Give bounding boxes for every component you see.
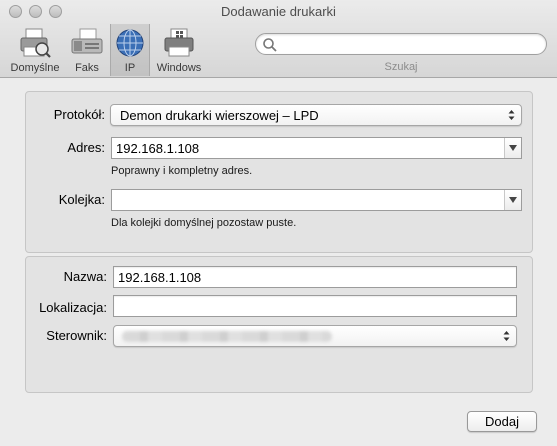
location-label: Lokalizacja:: [39, 300, 107, 315]
toolbar-item-fax[interactable]: Faks: [66, 24, 108, 76]
default-printer-icon: [20, 28, 51, 58]
name-field[interactable]: 192.168.1.108: [113, 266, 517, 288]
protocol-label: Protokół:: [53, 107, 105, 122]
name-label: Nazwa:: [63, 269, 107, 284]
search-icon: [263, 38, 277, 52]
search-label: Szukaj: [384, 61, 418, 73]
protocol-popup[interactable]: Demon drukarki wierszowej – LPD: [110, 104, 522, 126]
add-button[interactable]: Dodaj: [467, 411, 537, 432]
driver-label: Sterownik:: [46, 328, 107, 343]
toolbar-item-default[interactable]: Domyślne: [6, 24, 64, 76]
redacted-driver-value: [122, 331, 332, 342]
address-dropdown-button[interactable]: [504, 138, 521, 158]
protocol-value: Demon drukarki wierszowej – LPD: [120, 108, 319, 123]
address-value: 192.168.1.108: [116, 141, 200, 156]
toolbar-item-label: IP: [124, 62, 136, 74]
fax-icon: [71, 28, 103, 54]
driver-popup[interactable]: [113, 325, 517, 347]
chevron-down-icon: [509, 145, 517, 151]
chevron-down-icon: [509, 197, 517, 203]
windows-printer-icon: [164, 28, 194, 57]
toolbar-item-label: Faks: [75, 62, 99, 74]
updown-arrows-icon: [508, 110, 515, 120]
queue-combobox[interactable]: [111, 189, 522, 211]
toolbar-item-label: Windows: [156, 62, 202, 74]
queue-hint: Dla kolejki domyślnej pozostaw puste.: [111, 217, 297, 229]
queue-dropdown-button[interactable]: [504, 190, 521, 210]
name-value: 192.168.1.108: [118, 270, 202, 285]
search-field[interactable]: [255, 33, 547, 55]
updown-arrows-icon: [503, 331, 510, 341]
titlebar-toolbar: Dodawanie drukarki Domyślne Faks IP Wind…: [0, 0, 557, 78]
location-field[interactable]: [113, 295, 517, 317]
toolbar-item-ip[interactable]: IP: [110, 24, 150, 76]
queue-label: Kolejka:: [58, 192, 105, 207]
add-printer-window: Dodawanie drukarki Domyślne Faks IP Wind…: [0, 0, 557, 446]
globe-icon: [116, 29, 144, 57]
window-title: Dodawanie drukarki: [221, 4, 336, 19]
address-label: Adres:: [67, 140, 105, 155]
address-combobox[interactable]: 192.168.1.108: [111, 137, 522, 159]
address-hint: Poprawny i kompletny adres.: [111, 165, 253, 177]
toolbar-item-label: Domyślne: [10, 62, 60, 74]
toolbar-item-windows[interactable]: Windows: [152, 24, 206, 76]
